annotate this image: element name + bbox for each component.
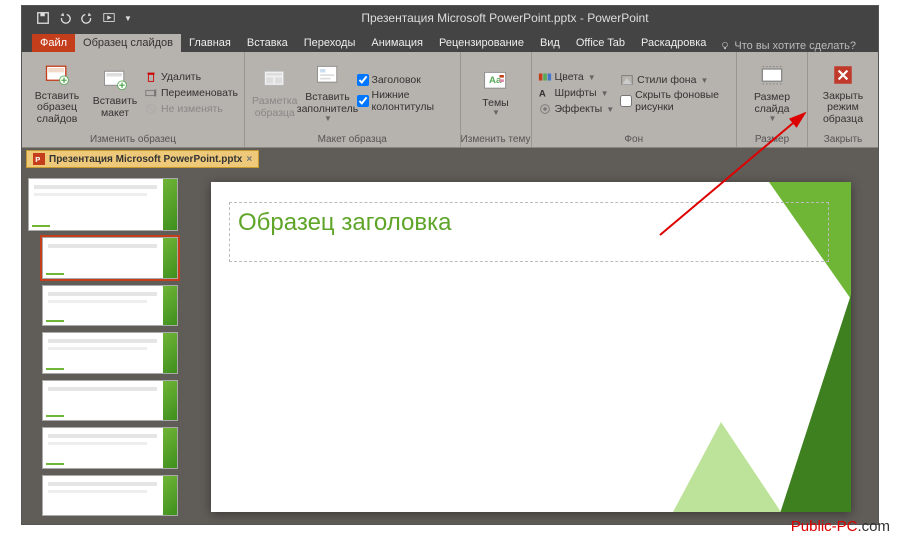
group-label-theme: Изменить тему bbox=[461, 134, 531, 147]
save-icon[interactable] bbox=[36, 11, 50, 25]
tab-view[interactable]: Вид bbox=[532, 34, 568, 52]
group-edit-master: Вставить образец слайдов Вставить макет … bbox=[22, 52, 245, 147]
tab-transitions[interactable]: Переходы bbox=[296, 34, 364, 52]
layout-thumbnail[interactable] bbox=[42, 475, 178, 516]
app-window: ▼ Презентация Microsoft PowerPoint.pptx … bbox=[21, 5, 879, 525]
group-master-layout: Разметка образца Вставить заполнитель▼ З… bbox=[245, 52, 461, 147]
insert-slide-master-icon bbox=[43, 61, 71, 89]
close-master-view-button[interactable]: Закрыть режим образца bbox=[814, 57, 872, 129]
document-tab-label: Презентация Microsoft PowerPoint.pptx bbox=[49, 154, 242, 165]
background-styles-button[interactable]: Стили фона▼ bbox=[620, 73, 730, 87]
colors-button[interactable]: Цвета▼ bbox=[538, 70, 615, 84]
hide-bg-checkbox[interactable]: Скрыть фоновые рисунки bbox=[620, 89, 730, 113]
layout-thumbnail[interactable] bbox=[42, 427, 178, 468]
title-checkbox[interactable]: Заголовок bbox=[357, 74, 454, 86]
slide-thumbnail-panel[interactable] bbox=[22, 170, 184, 524]
work-area: Образец заголовка bbox=[22, 170, 878, 524]
rename-button[interactable]: Переименовать bbox=[144, 86, 238, 100]
slide-master-thumbnail[interactable] bbox=[28, 178, 178, 231]
fonts-icon: A bbox=[538, 86, 552, 100]
document-tab-strip: P Презентация Microsoft PowerPoint.pptx … bbox=[22, 148, 878, 170]
group-label-bg: Фон bbox=[532, 134, 737, 147]
tab-home[interactable]: Главная bbox=[181, 34, 239, 52]
bg-styles-icon bbox=[620, 73, 634, 87]
redo-icon[interactable] bbox=[80, 11, 94, 25]
layout-thumbnail[interactable] bbox=[42, 380, 178, 421]
slide-size-icon bbox=[758, 62, 786, 90]
group-label-close: Закрыть bbox=[808, 134, 878, 147]
slide-canvas[interactable]: Образец заголовка bbox=[184, 170, 878, 524]
svg-text:A: A bbox=[538, 89, 545, 100]
lightbulb-icon bbox=[720, 41, 730, 51]
quick-access-toolbar: ▼ bbox=[22, 11, 132, 25]
master-layout-icon bbox=[261, 66, 289, 94]
slide-size-button[interactable]: Размер слайда▼ bbox=[743, 57, 801, 129]
start-slideshow-icon[interactable] bbox=[102, 11, 116, 25]
footers-checkbox[interactable]: Нижние колонтитулы bbox=[357, 89, 454, 113]
chevron-down-icon: ▼ bbox=[700, 76, 708, 85]
insert-layout-button[interactable]: Вставить макет bbox=[86, 57, 144, 129]
colors-icon bbox=[538, 70, 552, 84]
close-icon bbox=[829, 61, 857, 89]
title-placeholder[interactable]: Образец заголовка bbox=[229, 202, 829, 262]
chevron-down-icon: ▼ bbox=[769, 115, 777, 124]
chevron-down-icon: ▼ bbox=[492, 109, 500, 118]
tab-slide-master[interactable]: Образец слайдов bbox=[75, 34, 181, 52]
layout-thumbnail[interactable] bbox=[42, 285, 178, 326]
effects-button[interactable]: Эффекты▼ bbox=[538, 102, 615, 116]
insert-placeholder-icon bbox=[314, 62, 342, 90]
window-title: Презентация Microsoft PowerPoint.pptx - … bbox=[132, 11, 878, 25]
watermark: Public-PC.com bbox=[791, 518, 890, 535]
chevron-down-icon: ▼ bbox=[324, 115, 332, 124]
insert-slide-master-button[interactable]: Вставить образец слайдов bbox=[28, 57, 86, 129]
group-label-size: Размер bbox=[737, 134, 807, 147]
group-size: Размер слайда▼ Размер bbox=[737, 52, 808, 147]
group-label-layout: Макет образца bbox=[245, 134, 460, 147]
layout-thumbnail[interactable] bbox=[42, 237, 178, 278]
layout-thumbnail[interactable] bbox=[42, 332, 178, 373]
group-theme: Aa Темы▼ Изменить тему bbox=[461, 52, 532, 147]
tab-insert[interactable]: Вставка bbox=[239, 34, 296, 52]
svg-text:P: P bbox=[35, 155, 40, 164]
tell-me-search[interactable]: Что вы хотите сделать? bbox=[720, 40, 856, 52]
insert-layout-icon bbox=[101, 66, 129, 94]
title-bar: ▼ Презентация Microsoft PowerPoint.pptx … bbox=[22, 6, 878, 30]
effects-icon bbox=[538, 102, 552, 116]
delete-icon bbox=[144, 70, 158, 84]
themes-button[interactable]: Aa Темы▼ bbox=[467, 57, 525, 129]
tab-office-tab[interactable]: Office Tab bbox=[568, 34, 633, 52]
powerpoint-file-icon: P bbox=[33, 153, 45, 165]
title-text[interactable]: Образец заголовка bbox=[238, 209, 820, 237]
fonts-button[interactable]: A Шрифты▼ bbox=[538, 86, 615, 100]
tab-file[interactable]: Файл bbox=[32, 34, 75, 52]
slide[interactable]: Образец заголовка bbox=[211, 182, 851, 512]
master-layout-button: Разметка образца bbox=[251, 57, 299, 129]
tab-review[interactable]: Рецензирование bbox=[431, 34, 532, 52]
close-tab-icon[interactable]: × bbox=[246, 154, 252, 165]
themes-icon: Aa bbox=[482, 68, 510, 96]
ribbon: Вставить образец слайдов Вставить макет … bbox=[22, 52, 878, 148]
qat-dropdown-icon[interactable]: ▼ bbox=[124, 14, 132, 23]
tab-storyboarding[interactable]: Раскадровка bbox=[633, 34, 714, 52]
preserve-icon bbox=[144, 102, 158, 116]
group-close: Закрыть режим образца Закрыть bbox=[808, 52, 878, 147]
undo-icon[interactable] bbox=[58, 11, 72, 25]
preserve-button[interactable]: Не изменять bbox=[144, 102, 238, 116]
chevron-down-icon: ▼ bbox=[601, 89, 609, 98]
insert-placeholder-button[interactable]: Вставить заполнитель▼ bbox=[299, 57, 357, 129]
group-label-edit: Изменить образец bbox=[22, 134, 244, 147]
group-background: Цвета▼ A Шрифты▼ Эффекты▼ Стили фона▼ bbox=[532, 52, 738, 147]
delete-button[interactable]: Удалить bbox=[144, 70, 238, 84]
ribbon-tabs: Файл Образец слайдов Главная Вставка Пер… bbox=[22, 30, 878, 52]
chevron-down-icon: ▼ bbox=[588, 73, 596, 82]
document-tab[interactable]: P Презентация Microsoft PowerPoint.pptx … bbox=[26, 150, 259, 168]
chevron-down-icon: ▼ bbox=[606, 105, 614, 114]
tab-animations[interactable]: Анимация bbox=[363, 34, 431, 52]
rename-icon bbox=[144, 86, 158, 100]
